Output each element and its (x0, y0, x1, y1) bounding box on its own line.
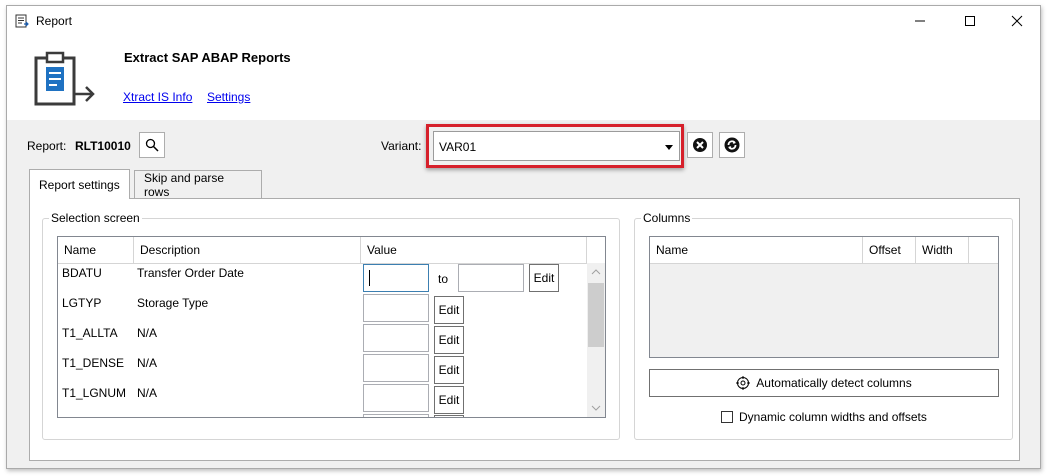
clear-variant-button[interactable] (687, 132, 713, 158)
to-label: to (438, 272, 449, 286)
scrollbar-thumb[interactable] (588, 283, 604, 347)
detect-columns-button[interactable]: Automatically detect columns (649, 369, 999, 397)
value-to-input[interactable] (458, 264, 524, 292)
detect-columns-label: Automatically detect columns (756, 376, 912, 390)
report-value: RLT10010 (75, 139, 131, 153)
dynamic-widths-checkbox[interactable] (721, 411, 733, 423)
report-label: Report: (27, 139, 67, 153)
dynamic-widths-label: Dynamic column widths and offsets (739, 410, 927, 424)
tab-label: Report settings (39, 177, 120, 192)
target-icon (736, 376, 751, 390)
edit-button[interactable]: Edit (434, 296, 464, 324)
row-description: N/A (137, 326, 158, 340)
title-bar[interactable]: Report (7, 6, 1040, 36)
row-name: T1_ALLTA (62, 326, 118, 340)
minimize-icon (915, 20, 925, 22)
window-title: Report (36, 14, 73, 28)
close-button[interactable] (994, 6, 1040, 36)
value-input[interactable] (363, 414, 429, 417)
row-name: T1_LGNUM (62, 386, 127, 400)
clear-icon (693, 138, 707, 152)
page-title: Extract SAP ABAP Reports (124, 50, 291, 65)
col-width[interactable]: Width (916, 237, 969, 263)
col-name[interactable]: Name (650, 237, 863, 263)
selection-screen-title: Selection screen (49, 211, 142, 225)
col-description[interactable]: Description (134, 237, 361, 263)
clipboard-arrow-icon (33, 50, 97, 108)
row-name: LGTYP (62, 296, 102, 310)
value-input[interactable] (363, 384, 429, 412)
variant-label: Variant: (381, 139, 422, 153)
close-icon (1011, 15, 1023, 27)
col-offset[interactable]: Offset (863, 237, 916, 263)
columns-title: Columns (641, 211, 693, 225)
edit-button[interactable]: Edit (434, 356, 464, 384)
value-input[interactable] (363, 354, 429, 382)
maximize-icon (965, 16, 975, 26)
minimize-button[interactable] (897, 6, 943, 36)
columns-group: Columns Name Offset Width Automatically … (634, 211, 1013, 440)
tab-skip-parse-rows[interactable]: Skip and parse rows (134, 170, 262, 199)
vertical-scrollbar[interactable] (587, 263, 605, 417)
search-icon (145, 138, 159, 152)
edit-button[interactable]: Edit (434, 386, 464, 414)
report-window: Report Extract SAP ABAP Reports Xtract I… (6, 5, 1041, 469)
refresh-icon (724, 137, 740, 153)
col-name[interactable]: Name (58, 237, 134, 263)
refresh-variant-button[interactable] (719, 132, 745, 158)
row-description: Storage Type (137, 296, 209, 310)
tab-content: Selection screen Name Description Value … (29, 198, 1020, 461)
row-description: N/A (137, 386, 158, 400)
edit-button[interactable]: Edit (434, 326, 464, 354)
variant-dropdown[interactable]: VAR01 (433, 131, 680, 161)
selection-screen-group: Selection screen Name Description Value … (42, 211, 620, 440)
scroll-up-icon (591, 269, 601, 275)
value-input[interactable] (363, 294, 429, 322)
tab-report-settings[interactable]: Report settings (29, 169, 130, 199)
variant-value: VAR01 (439, 140, 477, 154)
xtract-info-link[interactable]: Xtract IS Info (123, 90, 192, 104)
value-from-input[interactable] (363, 264, 429, 292)
edit-button[interactable] (434, 415, 464, 417)
search-report-button[interactable] (139, 132, 165, 158)
settings-link[interactable]: Settings (207, 90, 250, 104)
scroll-down-icon (591, 405, 601, 411)
maximize-button[interactable] (947, 6, 993, 36)
grid-header: Name Description Value (58, 237, 587, 264)
grid-header: Name Offset Width (650, 237, 998, 264)
row-name: BDATU (62, 266, 102, 280)
text-cursor (369, 270, 370, 286)
report-icon (15, 14, 29, 28)
tab-label: Skip and parse rows (144, 170, 225, 199)
row-description: N/A (137, 356, 158, 370)
value-input[interactable] (363, 324, 429, 352)
chevron-down-icon (665, 145, 673, 150)
row-description: Transfer Order Date (137, 266, 244, 280)
col-value[interactable]: Value (361, 237, 587, 263)
header-panel: Extract SAP ABAP Reports Xtract IS Info … (7, 36, 1040, 120)
edit-button[interactable]: Edit (529, 264, 559, 292)
row-name: T1_DENSE (62, 356, 125, 370)
selection-grid[interactable]: Name Description Value BDATU Transfer Or… (57, 236, 606, 418)
columns-grid[interactable]: Name Offset Width (649, 236, 999, 358)
